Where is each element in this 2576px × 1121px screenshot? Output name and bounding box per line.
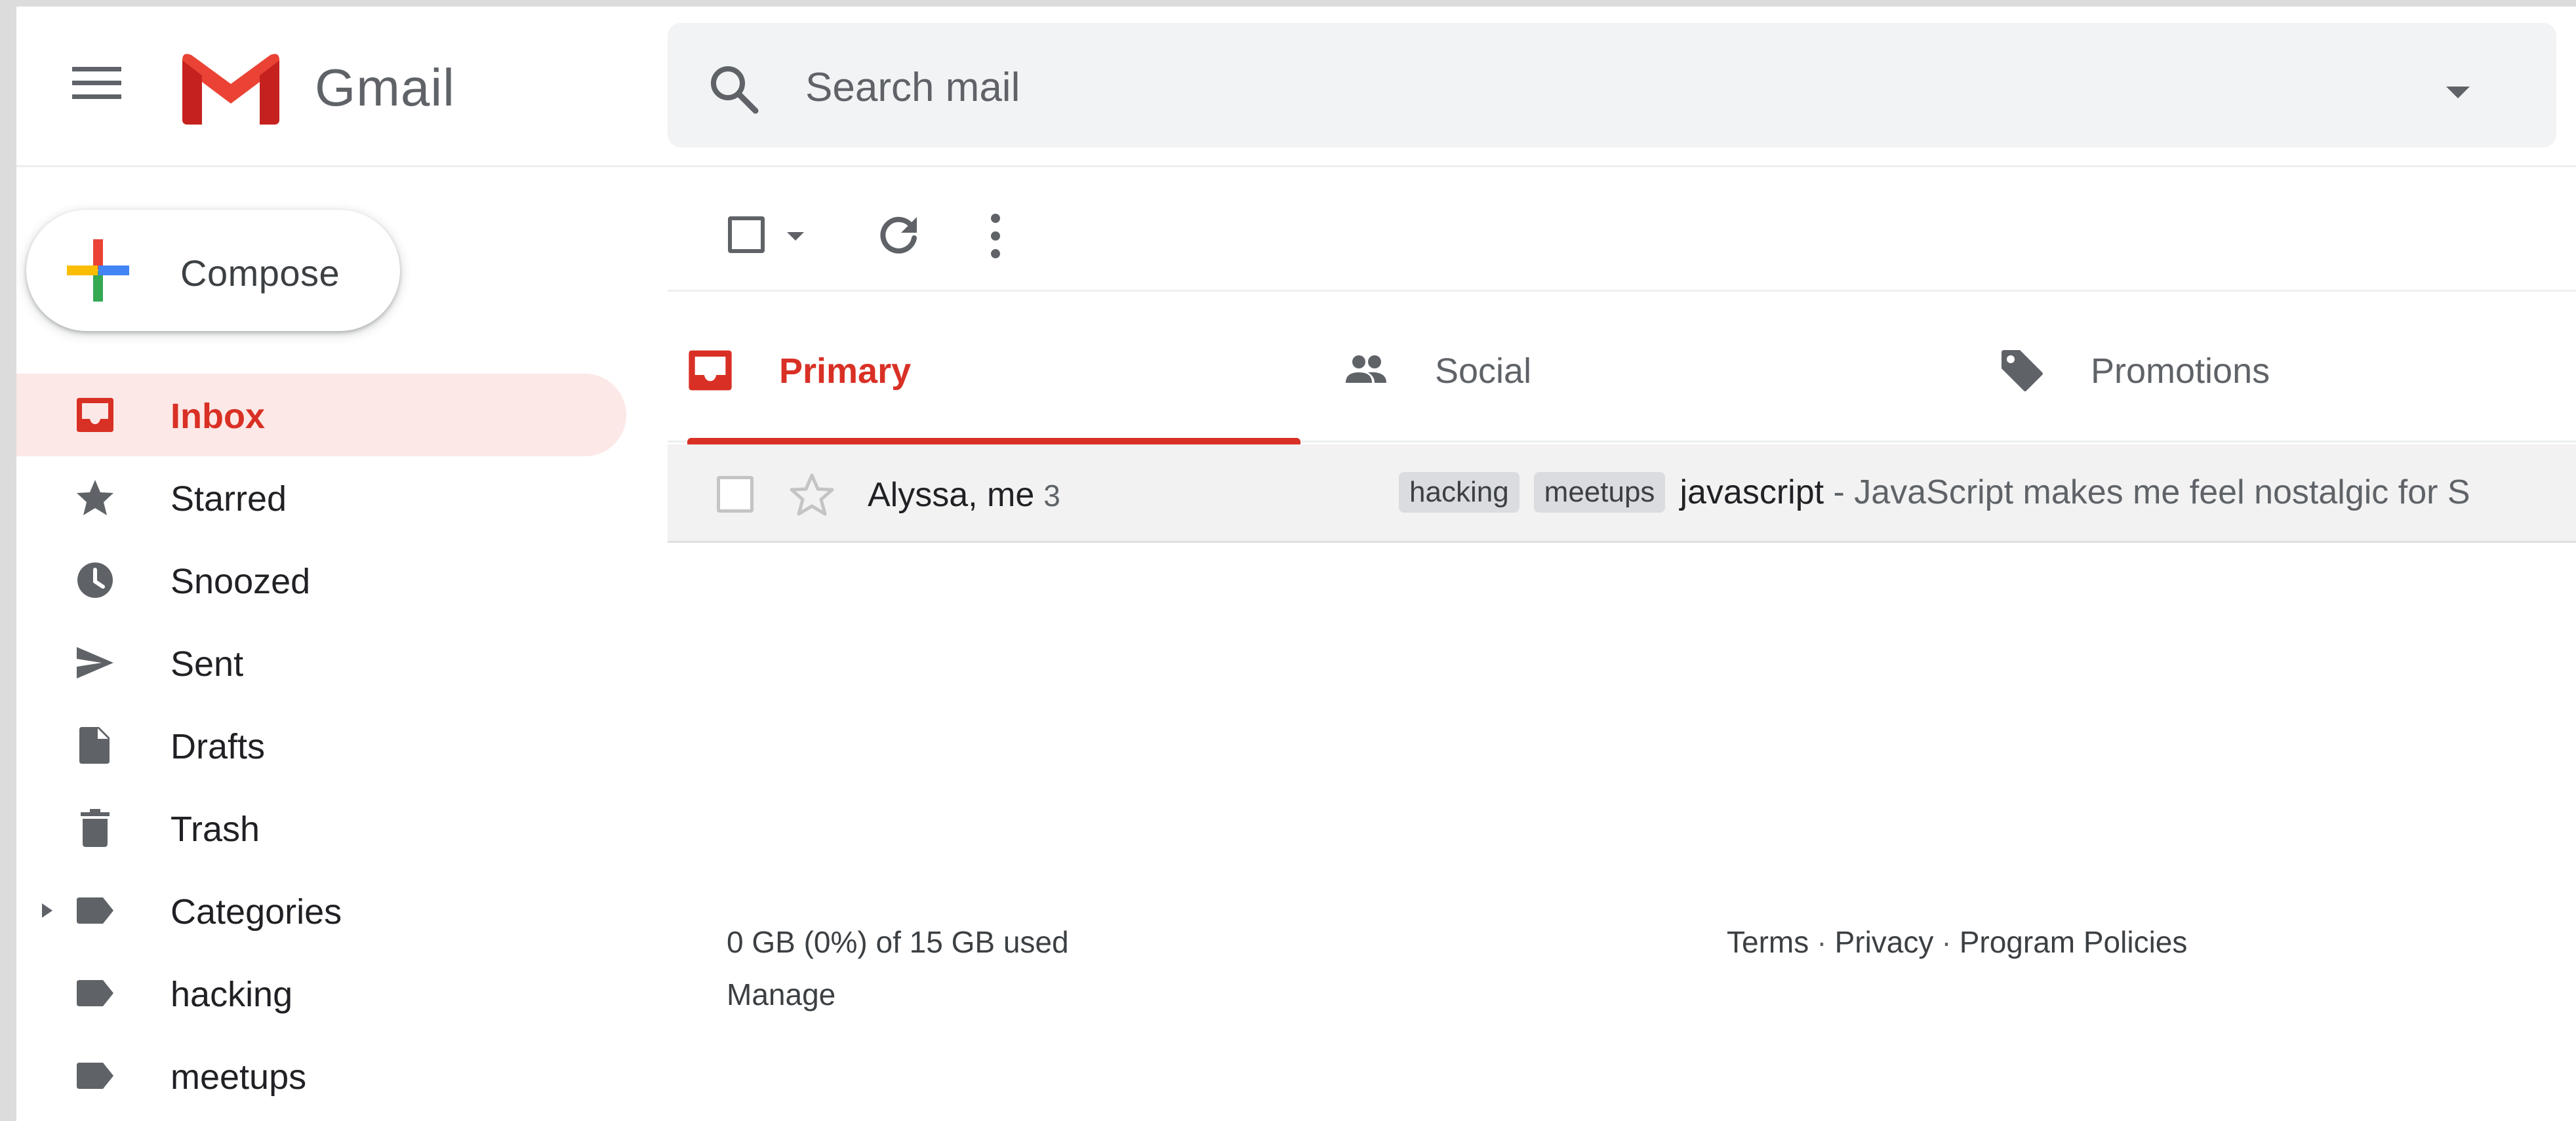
sidebar-item-label: Snoozed bbox=[171, 562, 311, 601]
select-options-caret-icon[interactable] bbox=[786, 229, 805, 243]
label-chip-hacking[interactable]: hacking bbox=[1399, 472, 1519, 513]
sidebar-item-label: Sent bbox=[171, 644, 244, 684]
sidebar-item-trash[interactable]: Trash bbox=[16, 787, 626, 869]
sidebar-item-label: Trash bbox=[171, 810, 260, 849]
expand-arrow-icon[interactable] bbox=[39, 901, 55, 920]
draft-icon bbox=[79, 727, 110, 764]
label-icon bbox=[77, 1063, 113, 1089]
sidebar-item-sent[interactable]: Sent bbox=[16, 621, 626, 704]
sender-names: Alyssa, me bbox=[868, 476, 1035, 514]
tag-icon bbox=[2002, 350, 2043, 391]
manage-storage-link[interactable]: Manage bbox=[727, 977, 835, 1012]
gmail-logo-text: Gmail bbox=[315, 58, 455, 117]
tab-social[interactable]: Social bbox=[1323, 292, 1937, 442]
sidebar-item-drafts[interactable]: Drafts bbox=[16, 704, 626, 787]
sidebar-nav: Inbox Starred Snoozed Sent Drafts Trash … bbox=[16, 374, 626, 1117]
label-icon bbox=[77, 980, 113, 1006]
star-icon bbox=[77, 480, 113, 515]
sidebar-item-starred[interactable]: Starred bbox=[16, 456, 626, 539]
terms-link[interactable]: Terms bbox=[1727, 925, 1809, 959]
sidebar-item-label: Categories bbox=[171, 892, 342, 932]
compose-label: Compose bbox=[180, 252, 340, 294]
compose-plus-icon bbox=[67, 239, 129, 302]
search-options-dropdown-icon[interactable] bbox=[2438, 79, 2478, 105]
compose-button[interactable]: Compose bbox=[26, 210, 400, 331]
email-sender: Alyssa, me 3 bbox=[868, 475, 1060, 515]
sidebar-item-label: meetups bbox=[171, 1057, 307, 1097]
email-select-checkbox[interactable] bbox=[717, 476, 754, 513]
gmail-app: Gmail Compose Inbox bbox=[16, 7, 2576, 1121]
tab-label: Social bbox=[1435, 351, 1532, 391]
separator: · bbox=[1817, 925, 1827, 959]
category-tabs: Primary Social Promotions bbox=[668, 292, 2576, 444]
send-icon bbox=[77, 647, 113, 678]
sidebar-item-meetups[interactable]: meetups bbox=[16, 1034, 626, 1117]
separator: · bbox=[1941, 925, 1952, 959]
clock-icon bbox=[77, 562, 113, 598]
legal-links: Terms · Privacy · Program Policies bbox=[1727, 924, 2187, 960]
gmail-logo-icon[interactable] bbox=[182, 52, 279, 125]
email-preview: hacking meetups javascript - JavaScript ma… bbox=[1399, 472, 2576, 513]
sidebar-item-label: hacking bbox=[171, 975, 293, 1014]
email-subject: javascript bbox=[1680, 473, 1824, 511]
tab-label: Primary bbox=[779, 351, 912, 391]
search-icon[interactable] bbox=[707, 62, 759, 115]
privacy-link[interactable]: Privacy bbox=[1835, 925, 1934, 959]
sidebar-item-label: Drafts bbox=[171, 727, 266, 766]
hamburger-menu-icon[interactable] bbox=[72, 67, 121, 100]
email-snippet: - JavaScript makes me feel nostalgic for… bbox=[1824, 473, 2470, 511]
sidebar-item-hacking[interactable]: hacking bbox=[16, 952, 626, 1034]
more-options-icon[interactable] bbox=[989, 213, 1002, 259]
top-bar: Gmail bbox=[16, 7, 2576, 167]
storage-usage: 0 GB (0%) of 15 GB used bbox=[727, 925, 1069, 959]
sidebar-item-snoozed[interactable]: Snoozed bbox=[16, 539, 626, 621]
inbox-icon bbox=[77, 398, 113, 432]
people-icon bbox=[1346, 355, 1386, 383]
sidebar-item-categories[interactable]: Categories bbox=[16, 869, 626, 952]
tab-primary[interactable]: Primary bbox=[668, 292, 1300, 444]
mail-toolbar bbox=[668, 167, 2576, 292]
refresh-icon[interactable] bbox=[877, 214, 920, 257]
active-tab-indicator bbox=[687, 438, 1300, 444]
sidebar-item-inbox[interactable]: Inbox bbox=[16, 374, 626, 456]
search-input[interactable] bbox=[805, 54, 2379, 120]
star-outline-icon[interactable] bbox=[789, 472, 835, 518]
sidebar-item-label: Starred bbox=[171, 479, 287, 519]
tab-promotions[interactable]: Promotions bbox=[1979, 292, 2576, 442]
select-all-checkbox[interactable] bbox=[728, 216, 765, 253]
thread-count: 3 bbox=[1043, 479, 1060, 513]
label-icon bbox=[77, 897, 113, 924]
tab-label: Promotions bbox=[2091, 351, 2270, 391]
page-footer: 0 GB (0%) of 15 GB used Manage Terms · Pri… bbox=[668, 908, 2576, 1039]
inbox-icon bbox=[689, 350, 732, 391]
label-chip-meetups[interactable]: meetups bbox=[1533, 472, 1666, 513]
sidebar-item-label: Inbox bbox=[171, 397, 265, 436]
program-policies-link[interactable]: Program Policies bbox=[1960, 925, 2188, 959]
trash-icon bbox=[81, 809, 110, 847]
email-row[interactable]: Alyssa, me 3 hacking meetups javascript - J… bbox=[668, 444, 2576, 543]
search-bar bbox=[668, 23, 2556, 148]
